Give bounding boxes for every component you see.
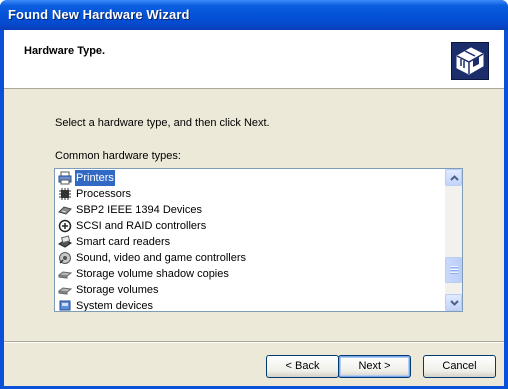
thumb-grip-line (450, 269, 458, 271)
scroll-up-button[interactable] (445, 169, 462, 186)
hardware-device-icon (451, 42, 489, 80)
printer-icon (58, 171, 72, 185)
wizard-header: Hardware Type. (4, 30, 504, 89)
chevron-down-icon (450, 300, 459, 306)
list-scrollbar[interactable] (445, 169, 462, 311)
processor-icon (59, 188, 71, 200)
window-title: Found New Hardware Wizard (8, 7, 190, 22)
list-item-label: Printers (75, 170, 115, 186)
list-item-label: SCSI and RAID controllers (76, 220, 207, 232)
system-device-icon (59, 300, 71, 311)
title-bar[interactable]: Found New Hardware Wizard (0, 0, 508, 30)
list-item-label: Smart card readers (76, 236, 171, 248)
ieee1394-icon (58, 206, 72, 215)
next-button[interactable]: Next > (338, 355, 411, 378)
list-item-label: Storage volumes (76, 284, 159, 296)
list-item-label: System devices (76, 300, 154, 311)
back-button[interactable]: < Back (266, 355, 339, 378)
storage-icon (58, 287, 72, 295)
list-item-label: Sound, video and game controllers (76, 252, 246, 264)
instruction-text: Select a hardware type, and then click N… (55, 117, 270, 129)
chevron-up-icon (450, 175, 459, 181)
hardware-types-list[interactable]: Printers Processors SBP2 IEEE 1394 Devic… (54, 168, 463, 312)
list-item-label: Storage volume shadow copies (76, 268, 229, 280)
button-area-divider (4, 341, 504, 343)
smart-card-icon (58, 235, 72, 248)
wizard-client-area: Hardware Type. Select a hardware type, a… (4, 30, 504, 386)
page-title: Hardware Type. (24, 45, 106, 57)
scsi-icon (58, 219, 72, 233)
cancel-button[interactable]: Cancel (423, 355, 496, 378)
hardware-types-label: Common hardware types: (55, 150, 181, 162)
thumb-grip-line (450, 272, 458, 274)
wizard-window: Found New Hardware Wizard Hardware Type.… (0, 0, 508, 389)
scroll-down-button[interactable] (445, 294, 462, 311)
list-item-label: Processors (76, 188, 132, 200)
thumb-grip-line (450, 266, 458, 268)
list-items: Printers Processors SBP2 IEEE 1394 Devic… (55, 169, 445, 311)
storage-icon (58, 271, 72, 279)
scroll-thumb[interactable] (445, 257, 462, 283)
sound-icon (59, 252, 71, 264)
list-item-label: SBP2 IEEE 1394 Devices (76, 204, 202, 216)
